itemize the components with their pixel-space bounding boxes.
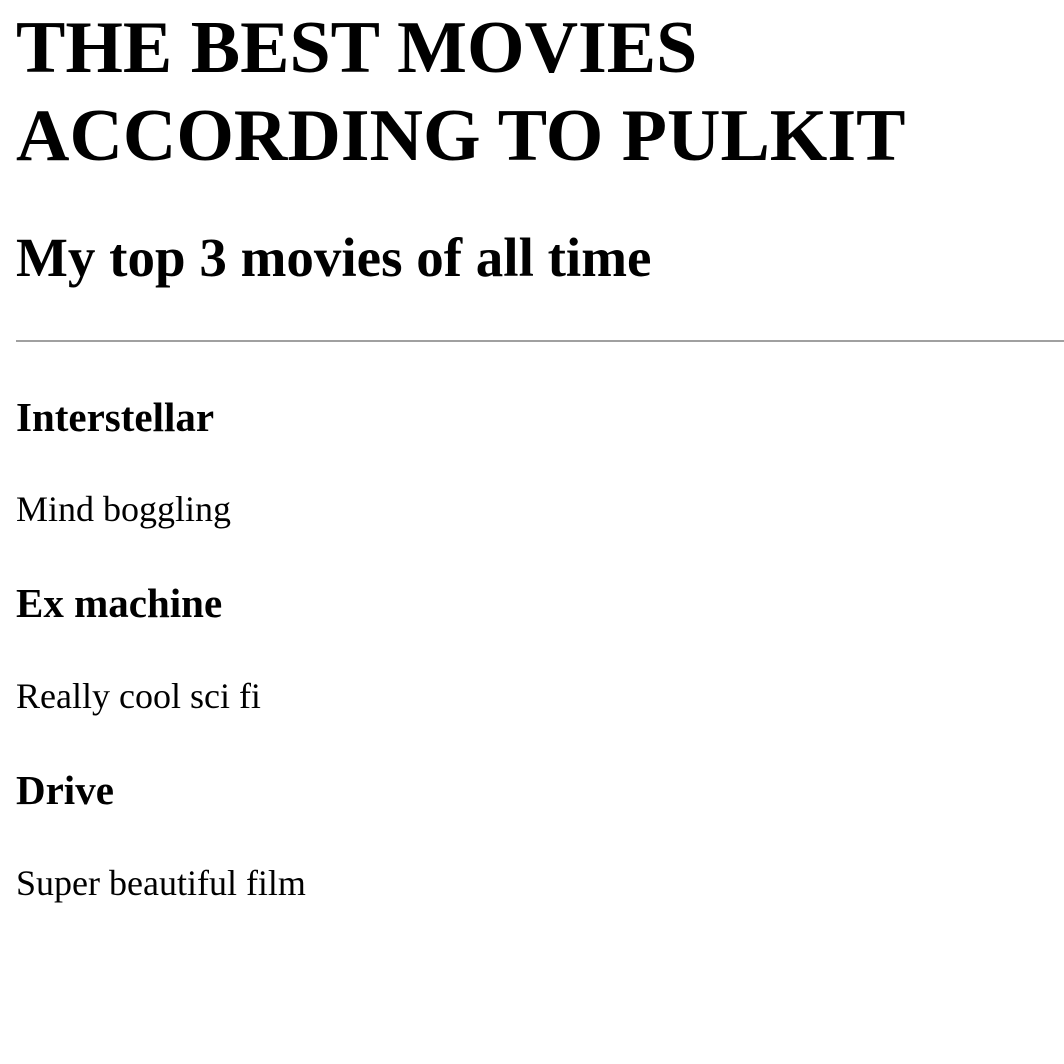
page-title-text: THE BEST MOVIES ACCORDING TO PULKIT bbox=[16, 0, 1056, 180]
page-subtitle-text: My top 3 movies of all time bbox=[16, 227, 652, 288]
divider bbox=[16, 340, 1064, 342]
page-subtitle: My top 3 movies of all time bbox=[16, 226, 651, 290]
page: THE BEST MOVIES ACCORDING TO PULKIT My t… bbox=[0, 0, 1064, 1064]
page-title-line-2: ACCORDING TO PULKIT bbox=[16, 95, 906, 177]
movie-description-drive: Super beautiful film bbox=[16, 863, 306, 903]
movie-title-drive: Drive bbox=[16, 767, 114, 813]
page-title: THE BEST MOVIES ACCORDING TO PULKIT bbox=[16, 0, 1056, 180]
movie-description-ex-machine: Really cool sci fi bbox=[16, 676, 261, 716]
movie-title-ex-machine: Ex machine bbox=[16, 580, 223, 626]
movie-description-interstellar: Mind boggling bbox=[16, 489, 232, 529]
page-title-line-1: THE BEST MOVIES bbox=[16, 7, 698, 89]
movie-title-interstellar: Interstellar bbox=[16, 394, 215, 440]
